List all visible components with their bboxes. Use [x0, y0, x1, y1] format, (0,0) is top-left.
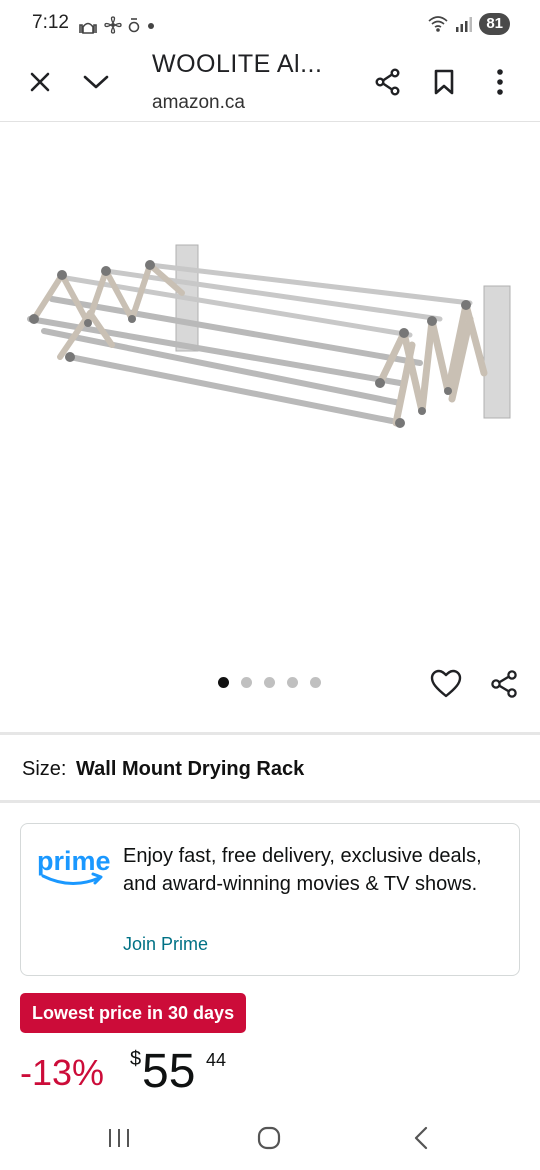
- home-icon: [257, 1126, 281, 1150]
- drying-rack-image: [27, 244, 511, 428]
- dot-icon: [148, 23, 154, 29]
- mosque-icon: [79, 22, 97, 34]
- product-image[interactable]: [0, 123, 540, 653]
- carousel-dot[interactable]: [287, 677, 298, 688]
- size-value: Wall Mount Drying Rack: [76, 758, 305, 780]
- system-nav-bar: [0, 1108, 540, 1170]
- price-currency: $: [130, 1048, 142, 1070]
- price-fraction: 44: [206, 1050, 227, 1070]
- status-system-icons: 81: [427, 13, 510, 35]
- back-icon: [414, 1126, 428, 1150]
- carousel-dot[interactable]: [218, 677, 229, 688]
- back-button[interactable]: [396, 1118, 446, 1158]
- prime-message: Enjoy fast, free delivery, exclusive dea…: [123, 845, 482, 895]
- divider: [0, 800, 540, 803]
- bookmark-icon: [434, 69, 454, 95]
- carousel-dot[interactable]: [310, 677, 321, 688]
- prime-promo-card: prime Enjoy fast, free delivery, exclusi…: [20, 823, 520, 976]
- signal-icon: [456, 17, 473, 32]
- prime-logo: prime: [37, 840, 117, 890]
- deal-badge: Lowest price in 30 days: [20, 993, 247, 1033]
- recent-apps-icon: [109, 1129, 129, 1147]
- share-icon: [375, 68, 400, 96]
- share-button[interactable]: [368, 62, 408, 102]
- product-share-button[interactable]: [484, 664, 524, 704]
- custom-tab-toolbar: WOOLITE Al... amazon.ca: [0, 48, 540, 122]
- fan-icon: [104, 16, 122, 34]
- more-vert-icon: [497, 69, 503, 95]
- heart-icon: [430, 669, 462, 698]
- bookmark-button[interactable]: [424, 62, 464, 102]
- share-icon: [491, 670, 517, 698]
- home-button[interactable]: [244, 1118, 294, 1158]
- battery-badge: 81: [479, 13, 510, 35]
- wifi-icon: [428, 16, 448, 32]
- size-label: Size:: [22, 758, 67, 780]
- status-time: 7:12: [32, 12, 69, 33]
- page-title: WOOLITE Al...: [152, 50, 323, 78]
- price-whole: 55: [142, 1045, 196, 1098]
- chevron-down-icon: [83, 75, 109, 89]
- join-prime-link[interactable]: Join Prime: [123, 934, 208, 955]
- discount-percent: -13%: [20, 1052, 105, 1093]
- status-bar: 7:12 81: [0, 0, 540, 48]
- prime-logo-text: prime: [37, 846, 111, 876]
- size-selector[interactable]: Size: Wall Mount Drying Rack: [22, 758, 304, 781]
- carousel-dot[interactable]: [241, 677, 252, 688]
- wishlist-button[interactable]: [426, 664, 466, 704]
- carousel-dot[interactable]: [264, 677, 275, 688]
- more-options-button[interactable]: [480, 62, 520, 102]
- divider: [0, 732, 540, 735]
- status-notification-icons: [78, 14, 156, 36]
- person-icon: [128, 18, 140, 33]
- image-carousel-dots[interactable]: [218, 677, 321, 688]
- recent-apps-button[interactable]: [94, 1118, 144, 1158]
- close-icon: [30, 72, 50, 92]
- page-url: amazon.ca: [152, 92, 245, 113]
- minimize-button[interactable]: [76, 62, 116, 102]
- close-button[interactable]: [20, 62, 60, 102]
